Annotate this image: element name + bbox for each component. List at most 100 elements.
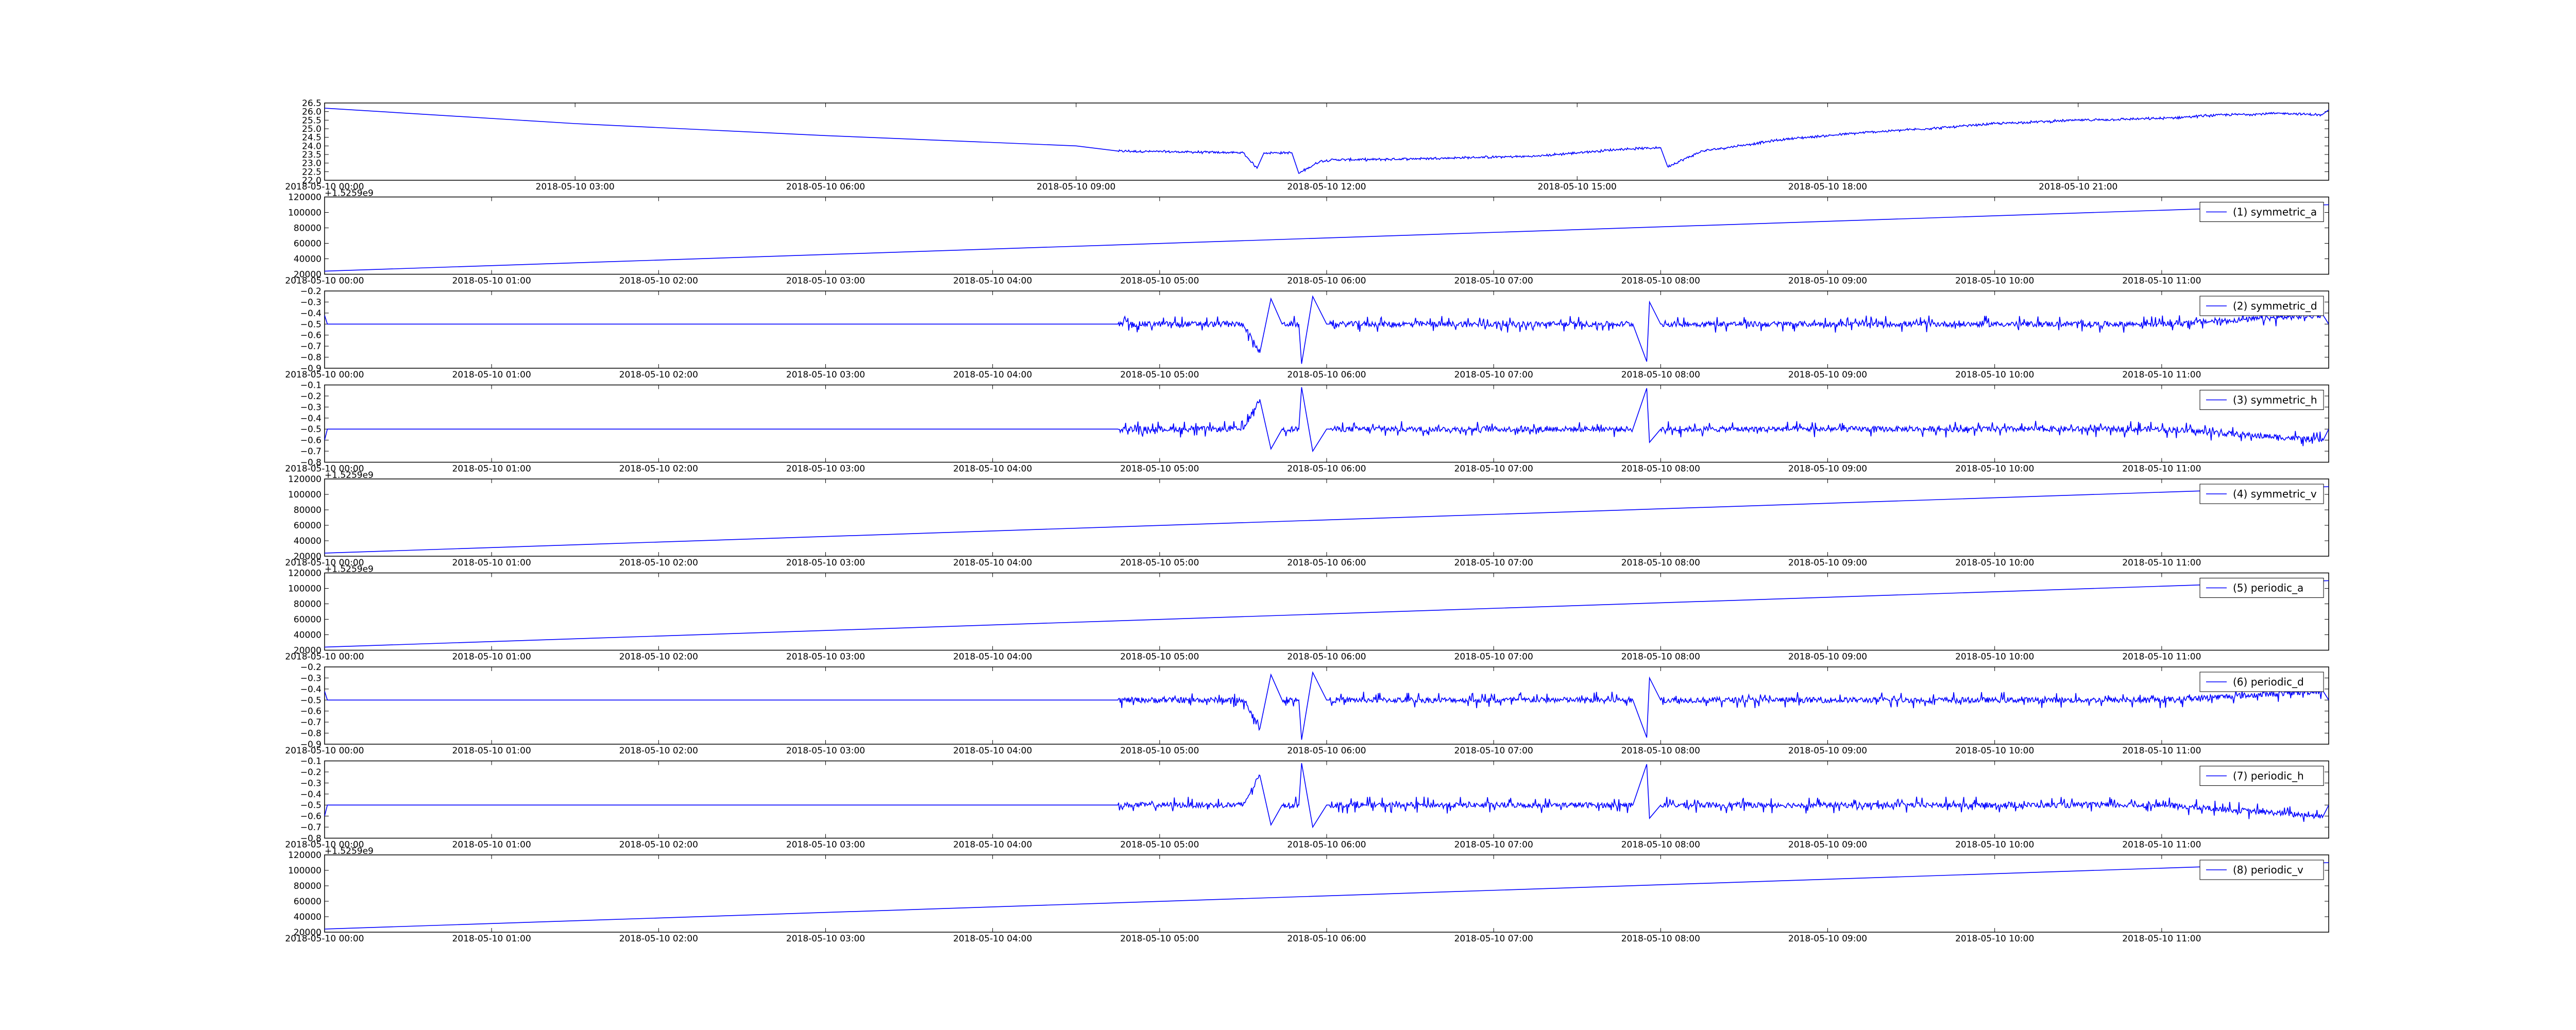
y-offset-label: +1.5259e9 <box>325 846 374 856</box>
y-tick-label: 120000 <box>288 474 321 485</box>
y-tick-label: −0.1 <box>300 381 321 391</box>
y-tick-label: −0.4 <box>300 789 321 800</box>
x-tick-label: 2018-05-10 08:00 <box>1621 934 1700 944</box>
axes-frame <box>324 854 2329 933</box>
x-tick-label: 2018-05-10 03:00 <box>786 652 865 662</box>
x-tick-label: 2018-05-10 08:00 <box>1621 746 1700 756</box>
x-tick-label: 2018-05-10 01:00 <box>452 840 531 850</box>
y-tick-label: −0.3 <box>300 673 321 683</box>
x-tick-label: 2018-05-10 10:00 <box>1955 558 2034 568</box>
series-line-periodic_v <box>325 862 2329 930</box>
x-tick-label: 2018-05-10 02:00 <box>619 558 698 568</box>
x-tick-label: 2018-05-10 00:00 <box>285 276 364 286</box>
x-tick-label: 2018-05-10 02:00 <box>619 934 698 944</box>
y-tick-label: 100000 <box>288 584 321 594</box>
y-offset-label: +1.5259e9 <box>325 470 374 480</box>
subplot-periodic_v: 200004000060000800001000001200002018-05-… <box>285 846 2329 944</box>
x-tick-label: 2018-05-10 10:00 <box>1955 370 2034 380</box>
x-tick-label: 2018-05-10 07:00 <box>1454 558 1533 568</box>
x-tick-label: 2018-05-10 11:00 <box>2122 558 2201 568</box>
x-tick-label: 2018-05-10 06:00 <box>1287 276 1366 286</box>
y-tick-label: −0.3 <box>300 778 321 788</box>
x-tick-label: 2018-05-10 04:00 <box>953 558 1032 568</box>
x-tick-label: 2018-05-10 00:00 <box>285 652 364 662</box>
x-tick-label: 2018-05-10 04:00 <box>953 840 1032 850</box>
x-tick-label: 2018-05-10 10:00 <box>1955 276 2034 286</box>
y-tick-label: −0.8 <box>300 729 321 739</box>
legend-label: (7) periodic_h <box>2233 770 2304 782</box>
subplot-periodic_d: −0.9−0.8−0.7−0.6−0.5−0.4−0.3−0.22018-05-… <box>285 662 2329 756</box>
x-tick-label: 2018-05-10 08:00 <box>1621 558 1700 568</box>
x-tick-label: 2018-05-10 10:00 <box>1955 464 2034 474</box>
y-tick-label: −0.6 <box>300 436 321 446</box>
legend-label: (3) symmetric_h <box>2233 394 2317 406</box>
x-tick-label: 2018-05-10 06:00 <box>1287 370 1366 380</box>
y-tick-label: 60000 <box>294 521 321 531</box>
x-tick-label: 2018-05-10 00:00 <box>285 370 364 380</box>
y-tick-label: −0.2 <box>300 662 321 673</box>
x-tick-label: 2018-05-10 02:00 <box>619 746 698 756</box>
y-tick-label: −0.2 <box>300 767 321 778</box>
x-tick-label: 2018-05-10 06:00 <box>786 182 865 192</box>
x-tick-label: 2018-05-10 06:00 <box>1287 746 1366 756</box>
x-tick-label: 2018-05-10 07:00 <box>1454 276 1533 286</box>
legend-label: (6) periodic_d <box>2233 676 2304 688</box>
x-tick-label: 2018-05-10 05:00 <box>1120 276 1199 286</box>
x-tick-label: 2018-05-10 01:00 <box>452 652 531 662</box>
x-tick-label: 2018-05-10 05:00 <box>1120 370 1199 380</box>
x-tick-label: 2018-05-10 05:00 <box>1120 558 1199 568</box>
x-tick-label: 2018-05-10 04:00 <box>953 370 1032 380</box>
x-tick-label: 2018-05-10 06:00 <box>1287 558 1366 568</box>
y-tick-label: −0.8 <box>300 353 321 363</box>
y-offset-label: +1.5259e9 <box>325 564 374 575</box>
x-tick-label: 2018-05-10 08:00 <box>1621 370 1700 380</box>
y-tick-label: −0.4 <box>300 308 321 319</box>
y-tick-label: −0.5 <box>300 695 321 706</box>
x-tick-label: 2018-05-10 06:00 <box>1287 464 1366 474</box>
x-tick-label: 2018-05-10 09:00 <box>1788 276 1867 286</box>
x-tick-label: 2018-05-10 09:00 <box>1788 464 1867 474</box>
y-tick-label: −0.6 <box>300 331 321 341</box>
x-tick-label: 2018-05-10 10:00 <box>1955 840 2034 850</box>
x-tick-label: 2018-05-10 04:00 <box>953 464 1032 474</box>
x-tick-label: 2018-05-10 01:00 <box>452 464 531 474</box>
x-tick-label: 2018-05-10 05:00 <box>1120 840 1199 850</box>
axes-frame <box>324 196 2329 275</box>
series-line-symmetric_h <box>325 387 2329 453</box>
y-tick-label: −0.7 <box>300 447 321 457</box>
y-tick-label: −0.7 <box>300 822 321 833</box>
x-tick-label: 2018-05-10 03:00 <box>786 558 865 568</box>
x-tick-label: 2018-05-10 10:00 <box>1955 652 2034 662</box>
y-tick-label: 120000 <box>288 193 321 203</box>
x-tick-label: 2018-05-10 01:00 <box>452 934 531 944</box>
x-tick-label: 2018-05-10 02:00 <box>619 370 698 380</box>
x-tick-label: 2018-05-10 02:00 <box>619 840 698 850</box>
y-offset-label: +1.5259e9 <box>325 188 374 199</box>
x-tick-label: 2018-05-10 01:00 <box>452 746 531 756</box>
y-tick-label: 40000 <box>294 912 321 922</box>
y-tick-label: 80000 <box>294 881 321 891</box>
x-tick-label: 2018-05-10 03:00 <box>786 934 865 944</box>
axes-frame <box>324 478 2329 557</box>
x-tick-label: 2018-05-10 09:00 <box>1788 652 1867 662</box>
y-tick-label: −0.1 <box>300 757 321 767</box>
x-tick-label: 2018-05-10 10:00 <box>1955 934 2034 944</box>
x-tick-label: 2018-05-10 04:00 <box>953 934 1032 944</box>
x-tick-label: 2018-05-10 03:00 <box>786 746 865 756</box>
y-tick-label: 100000 <box>288 490 321 500</box>
legend-label: (2) symmetric_d <box>2233 300 2317 312</box>
x-tick-label: 2018-05-10 08:00 <box>1621 840 1700 850</box>
subplot-periodic_a: 200004000060000800001000001200002018-05-… <box>285 564 2329 662</box>
x-tick-label: 2018-05-10 08:00 <box>1621 652 1700 662</box>
y-tick-label: −0.7 <box>300 341 321 352</box>
x-tick-label: 2018-05-10 09:00 <box>1788 558 1867 568</box>
x-tick-label: 2018-05-10 09:00 <box>1037 182 1115 192</box>
axes-frame <box>324 760 2329 839</box>
y-tick-label: 40000 <box>294 630 321 641</box>
y-tick-label: −0.4 <box>300 684 321 695</box>
x-tick-label: 2018-05-10 04:00 <box>953 746 1032 756</box>
y-tick-label: 40000 <box>294 254 321 265</box>
x-tick-label: 2018-05-10 05:00 <box>1120 464 1199 474</box>
subplot-periodic_h: −0.8−0.7−0.6−0.5−0.4−0.3−0.2−0.12018-05-… <box>285 757 2329 850</box>
x-tick-label: 2018-05-10 01:00 <box>452 370 531 380</box>
